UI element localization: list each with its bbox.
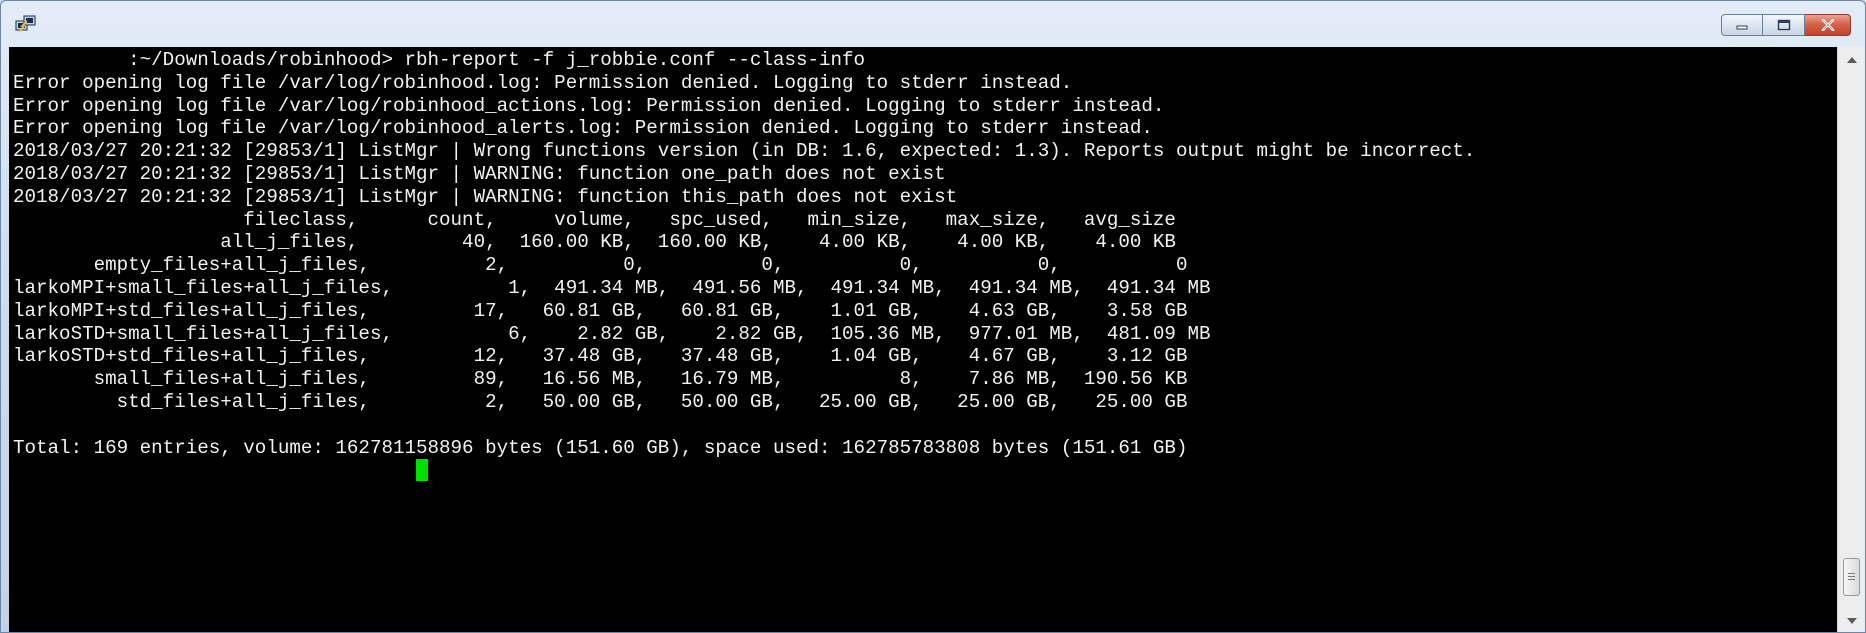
- grip-line: [1848, 576, 1855, 577]
- minimize-icon: [1736, 25, 1748, 30]
- window-controls: [1721, 14, 1851, 36]
- terminal-line: all_j_files, 40, 160.00 KB, 160.00 KB, 4…: [13, 231, 1176, 254]
- terminal-line: 2018/03/27 20:21:32 [29853/1] ListMgr | …: [13, 140, 1476, 163]
- terminal-line: larkoSTD+std_files+all_j_files, 12, 37.4…: [13, 345, 1188, 368]
- vertical-scrollbar[interactable]: [1837, 47, 1865, 632]
- terminal-line: small_files+all_j_files, 89, 16.56 MB, 1…: [13, 368, 1188, 391]
- terminal-line: Total: 169 entries, volume: 162781158896…: [13, 436, 1188, 459]
- scrollbar-thumb[interactable]: [1843, 558, 1860, 596]
- terminal-line: fileclass, count, volume, spc_used, min_…: [13, 208, 1176, 231]
- terminal-line: larkoSTD+small_files+all_j_files, 6, 2.8…: [13, 322, 1211, 345]
- terminal-line: 2018/03/27 20:21:32 [29853/1] ListMgr | …: [13, 162, 946, 185]
- arrow-up-icon: [1846, 57, 1857, 63]
- terminal-prompt-line: [13, 459, 416, 481]
- close-icon: [1821, 19, 1834, 31]
- terminal-line: Error opening log file /var/log/robinhoo…: [13, 94, 1165, 117]
- terminal-line: :~/Downloads/robinhood> rbh-report -f j_…: [13, 49, 866, 71]
- terminal-text: :~/Downloads/robinhood> rbh-report -f j_…: [13, 49, 1475, 482]
- maximize-icon: [1777, 19, 1790, 31]
- maximize-button[interactable]: [1763, 14, 1805, 36]
- arrow-down-icon: [1846, 618, 1857, 624]
- terminal-line: 2018/03/27 20:21:32 [29853/1] ListMgr | …: [13, 185, 958, 208]
- grip-line: [1848, 573, 1855, 574]
- close-button[interactable]: [1805, 14, 1851, 36]
- terminal-line: Error opening log file /var/log/robinhoo…: [13, 117, 1153, 140]
- terminal-line: empty_files+all_j_files, 2, 0, 0, 0, 0, …: [13, 254, 1188, 277]
- scroll-up-button[interactable]: [1838, 49, 1865, 71]
- text-cursor: [416, 459, 429, 482]
- terminal-line: larkoMPI+std_files+all_j_files, 17, 60.8…: [13, 299, 1188, 322]
- terminal-line: Error opening log file /var/log/robinhoo…: [13, 71, 1073, 94]
- minimize-button[interactable]: [1721, 14, 1763, 36]
- terminal-line: larkoMPI+small_files+all_j_files, 1, 491…: [13, 276, 1211, 299]
- terminal-line: std_files+all_j_files, 2, 50.00 GB, 50.0…: [13, 390, 1188, 413]
- grip-line: [1848, 579, 1855, 580]
- title-bar[interactable]: [1, 1, 1865, 47]
- putty-icon[interactable]: [15, 15, 37, 35]
- scroll-down-button[interactable]: [1838, 610, 1865, 632]
- terminal-output[interactable]: :~/Downloads/robinhood> rbh-report -f j_…: [9, 47, 1837, 632]
- putty-window: :~/Downloads/robinhood> rbh-report -f j_…: [0, 0, 1866, 633]
